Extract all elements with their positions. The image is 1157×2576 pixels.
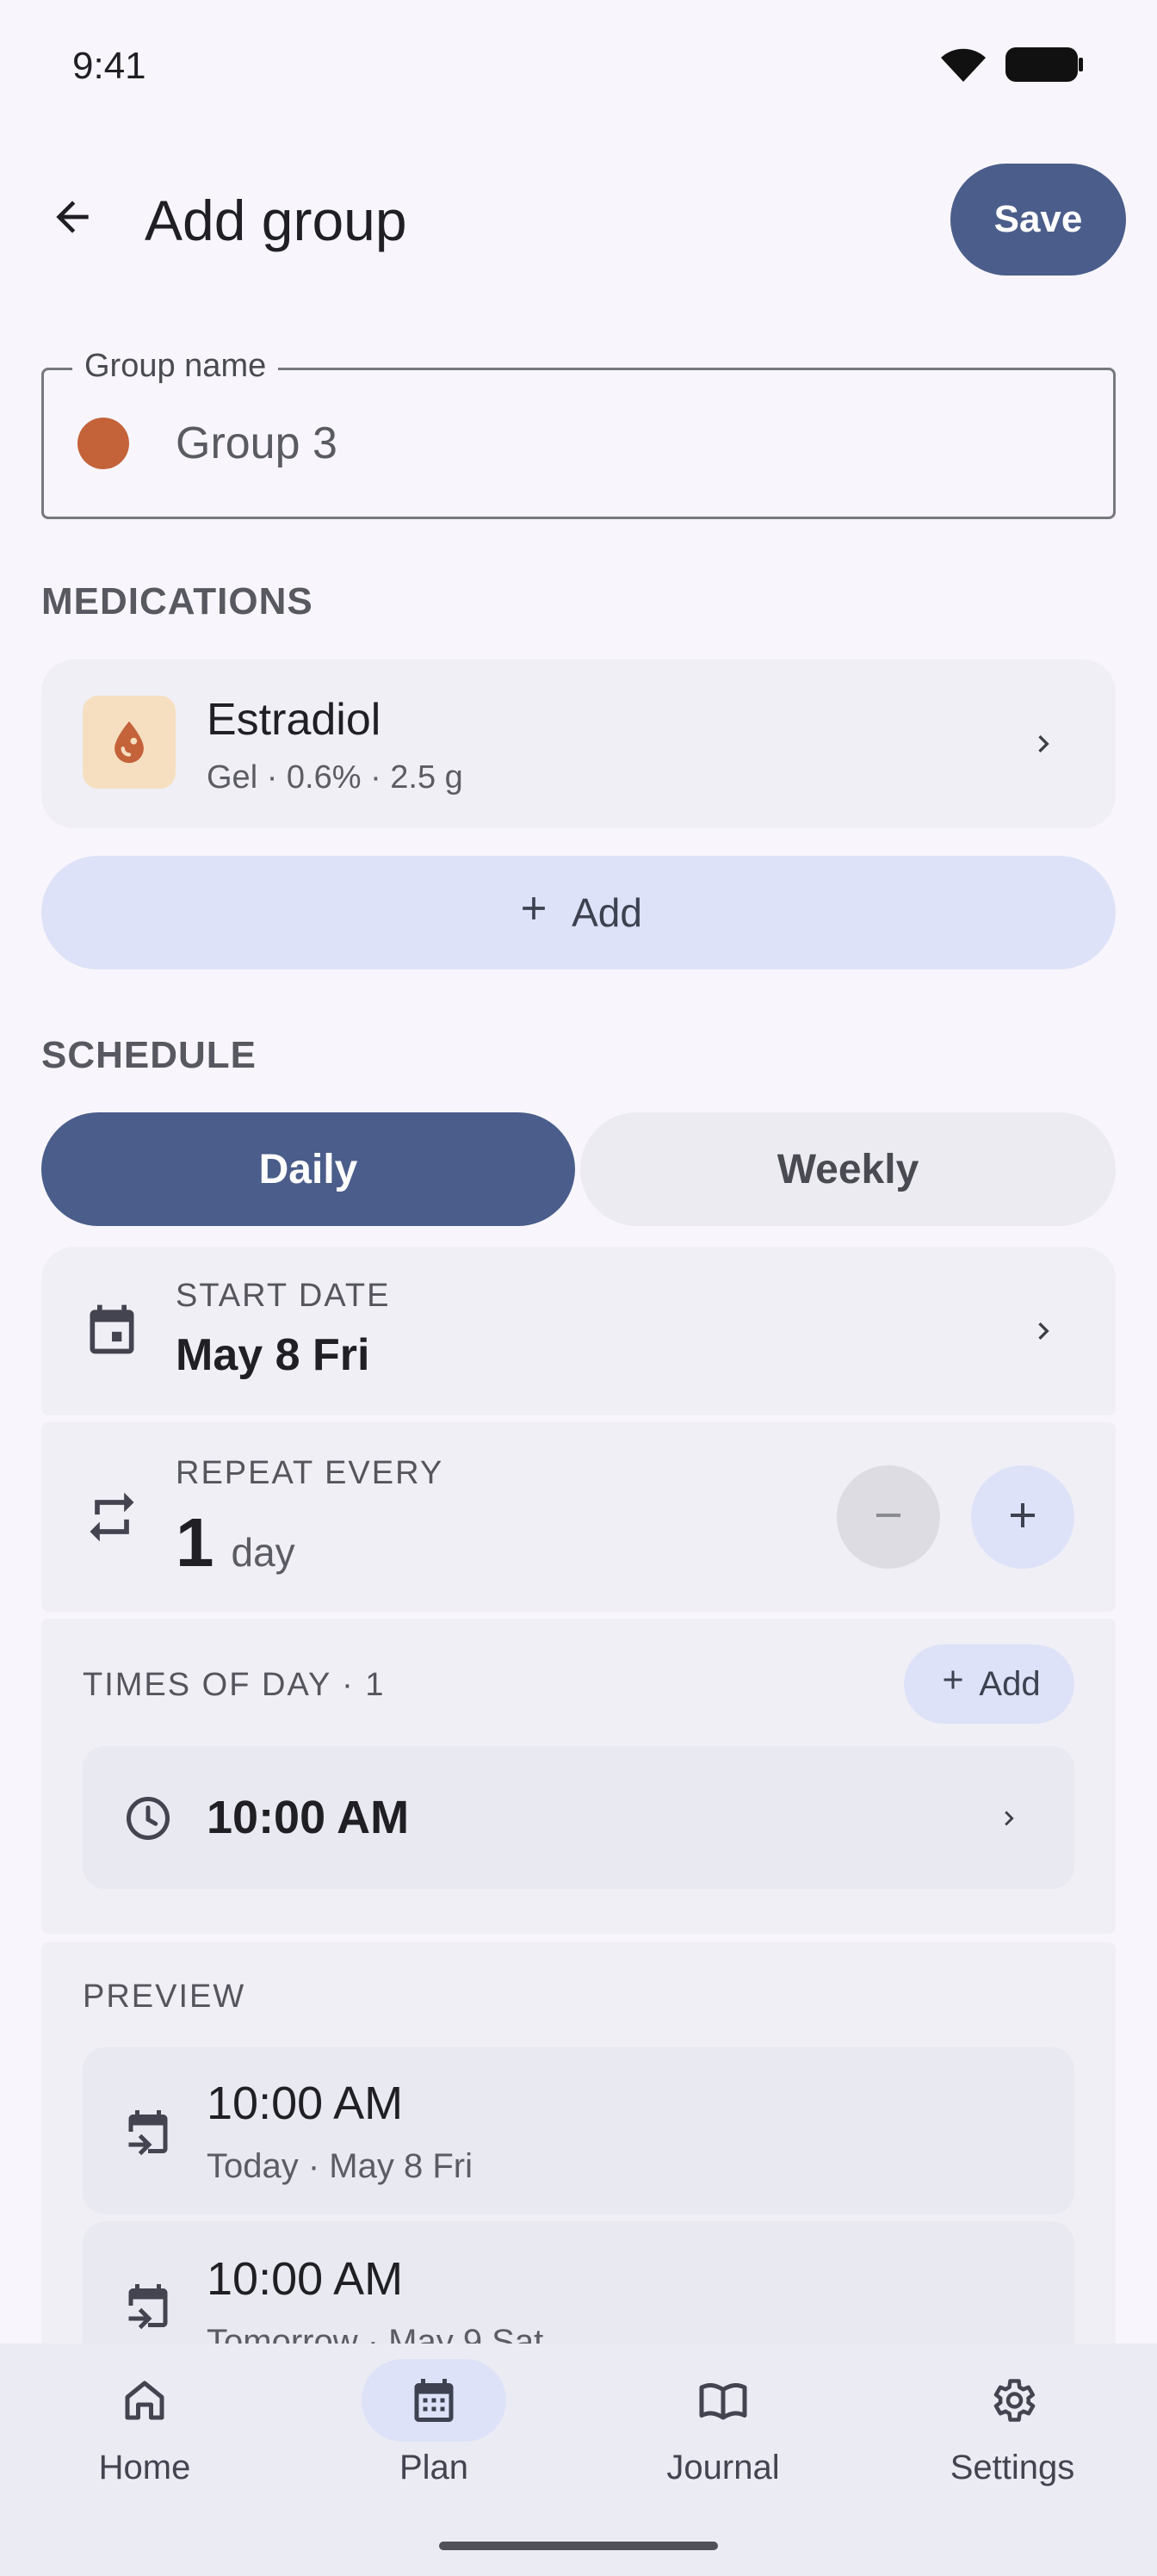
- book-icon: [651, 2359, 795, 2442]
- start-date-value: May 8 Fri: [176, 1330, 370, 1380]
- back-button[interactable]: [38, 184, 107, 253]
- repeat-every-value: 1 day: [176, 1503, 295, 1582]
- wifi-icon: [938, 46, 988, 88]
- nav-plan[interactable]: Plan: [289, 2359, 578, 2514]
- preview-item: [83, 2047, 1074, 2214]
- group-name-label: Group name: [72, 348, 279, 385]
- add-medication-label: Add: [572, 890, 642, 935]
- repeat-icon: [83, 1488, 141, 1551]
- preview-time: 10:00 AM: [207, 2253, 404, 2305]
- home-indicator: [439, 2542, 718, 2550]
- battery-icon: [1004, 45, 1085, 89]
- calendar-arrow-icon: [122, 2106, 174, 2162]
- medications-section-title: MEDICATIONS: [41, 580, 313, 622]
- medication-details: Gel · 0.6% · 2.5 g: [207, 759, 463, 796]
- increment-button[interactable]: [971, 1465, 1074, 1569]
- nav-home-label: Home: [98, 2449, 191, 2486]
- nav-journal-label: Journal: [666, 2449, 780, 2486]
- nav-settings[interactable]: Settings: [868, 2359, 1157, 2514]
- plus-icon: [1002, 1495, 1043, 1540]
- preview-time: 10:00 AM: [207, 2078, 404, 2129]
- times-of-day-label: TIMES OF DAY · 1: [83, 1667, 386, 1703]
- segment-weekly[interactable]: Weekly: [580, 1112, 1116, 1226]
- add-medication-button[interactable]: Add: [41, 856, 1116, 969]
- start-date-label: START DATE: [176, 1278, 391, 1314]
- repeat-unit: day: [231, 1530, 295, 1575]
- nav-plan-label: Plan: [399, 2449, 469, 2486]
- gel-drop-icon: [83, 696, 176, 789]
- status-time: 9:41: [72, 45, 146, 87]
- nav-home[interactable]: Home: [0, 2359, 289, 2514]
- plus-icon: [515, 889, 553, 937]
- add-time-button[interactable]: Add: [904, 1644, 1074, 1724]
- calendar-arrow-icon: [122, 2280, 174, 2336]
- repeat-every-label: REPEAT EVERY: [176, 1455, 444, 1491]
- minus-icon: [868, 1495, 909, 1540]
- chevron-right-icon: [1016, 723, 1071, 765]
- group-color-dot[interactable]: [77, 418, 129, 469]
- chevron-right-icon: [988, 1801, 1030, 1836]
- home-icon: [72, 2359, 217, 2442]
- nav-journal[interactable]: Journal: [578, 2359, 868, 2514]
- repeat-count: 1: [176, 1504, 214, 1581]
- calendar-icon: [362, 2359, 506, 2442]
- gear-icon: [940, 2359, 1085, 2442]
- add-time-label: Add: [979, 1664, 1041, 1703]
- medication-card[interactable]: [41, 659, 1116, 828]
- chevron-right-icon: [1016, 1310, 1071, 1352]
- group-name-input[interactable]: Group 3: [176, 418, 337, 469]
- segment-daily[interactable]: Daily: [41, 1112, 575, 1226]
- save-button[interactable]: Save: [950, 164, 1126, 276]
- preview-date: Today · May 8 Fri: [207, 2147, 473, 2185]
- preview-label: PREVIEW: [83, 1978, 246, 2015]
- page-title: Add group: [145, 189, 407, 252]
- status-icons: [938, 45, 1085, 89]
- decrement-button[interactable]: [837, 1465, 940, 1569]
- plus-icon: [937, 1664, 968, 1704]
- nav-settings-label: Settings: [950, 2449, 1075, 2486]
- time-of-day-value: 10:00 AM: [207, 1792, 410, 1843]
- schedule-section-title: SCHEDULE: [41, 1034, 257, 1076]
- clock-icon: [122, 1793, 174, 1848]
- medication-name: Estradiol: [207, 695, 381, 745]
- calendar-icon: [83, 1300, 141, 1363]
- arrow-left-icon: [48, 193, 96, 245]
